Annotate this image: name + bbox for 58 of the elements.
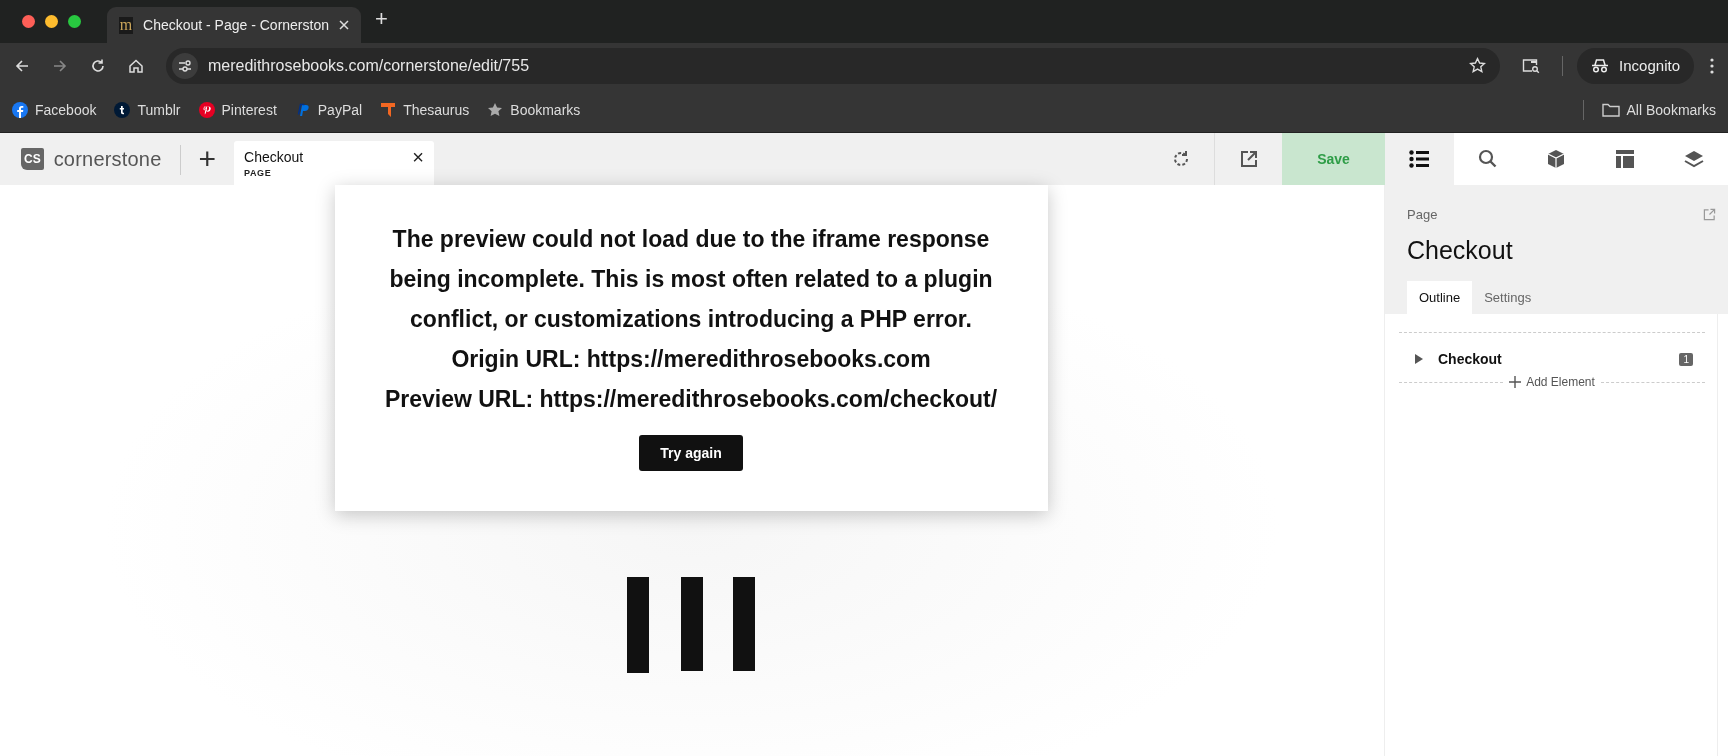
add-element-button[interactable]: Add Element [1509,375,1595,389]
outline-item[interactable]: Checkout 1 [1399,333,1705,375]
document-tab[interactable]: Checkout PAGE × [234,141,435,185]
tab-subtitle: PAGE [244,168,273,178]
incognito-icon [1591,58,1610,73]
cube-icon [1546,149,1567,169]
close-window-button[interactable] [22,15,35,28]
count-badge: 1 [1679,352,1693,366]
logo-text: cornerstone [53,147,162,171]
star-icon [487,102,504,118]
all-bookmarks-link[interactable]: All Bookmarks [1601,102,1716,118]
incognito-button[interactable]: Incognito [1577,47,1694,84]
more-menu-icon[interactable] [1710,57,1714,74]
try-again-button[interactable]: Try again [639,435,743,471]
bookmark-link[interactable]: Thesaurus [380,102,470,118]
panel-section-tab[interactable]: Settings [1472,281,1544,314]
error-message: Origin URL: https://meredithrosebooks.com [451,345,931,374]
reload-icon[interactable] [90,57,106,74]
facebook-icon [12,102,28,118]
home-icon[interactable] [128,57,144,74]
panel-section-tab[interactable]: Outline [1407,281,1473,314]
site-favicon: m [119,16,133,34]
folder-icon [1601,103,1620,117]
new-tab-button[interactable]: + [375,5,388,32]
back-icon[interactable] [14,57,30,74]
bookmark-link[interactable]: Bookmarks [487,102,581,118]
add-button[interactable]: + [198,142,217,176]
bookmark-link[interactable]: Facebook [12,102,97,118]
address-bar[interactable]: meredithrosebooks.com/cornerstone/edit/755 [166,47,1501,84]
forward-icon[interactable] [52,57,68,74]
tumblr-icon [114,102,131,118]
external-link-icon [1238,149,1259,169]
panel-label: Page [1407,207,1438,222]
site-settings-icon[interactable] [172,52,198,79]
error-message: The preview could not load due to the iframe response being incomplete. This is most often related to a plugin conflict, or customizations introducing a PHP error. [388,225,994,334]
bookmark-link[interactable]: Tumblr [114,102,181,118]
panel-title: Checkout [1407,236,1514,265]
thesaurus-icon [380,102,397,118]
pinterest-icon [198,102,215,118]
error-message: Preview URL: https://meredithrosebooks.com/checkout/ [384,385,998,414]
maximize-window-button[interactable] [68,15,81,28]
bookmark-link[interactable]: PayPal [294,102,363,118]
panel-tab[interactable] [1385,133,1454,185]
layout-icon [1615,149,1636,169]
tab-title: Checkout [244,149,304,165]
expand-triangle-icon[interactable] [1414,354,1424,364]
list-icon [1409,150,1430,168]
close-icon[interactable] [339,20,349,30]
browser-tab[interactable]: m Checkout - Page - Cornerston [107,7,361,43]
close-tab-button[interactable]: × [412,149,425,165]
plus-icon [1509,376,1522,388]
tab-search-icon[interactable] [1522,57,1541,74]
bookmark-star-icon[interactable] [1469,57,1487,74]
layers-icon [1683,149,1704,169]
logo-mark: CS [21,148,44,170]
minimize-window-button[interactable] [45,15,58,28]
bookmark-link[interactable]: Pinterest [198,102,277,118]
search-icon [1477,149,1498,169]
